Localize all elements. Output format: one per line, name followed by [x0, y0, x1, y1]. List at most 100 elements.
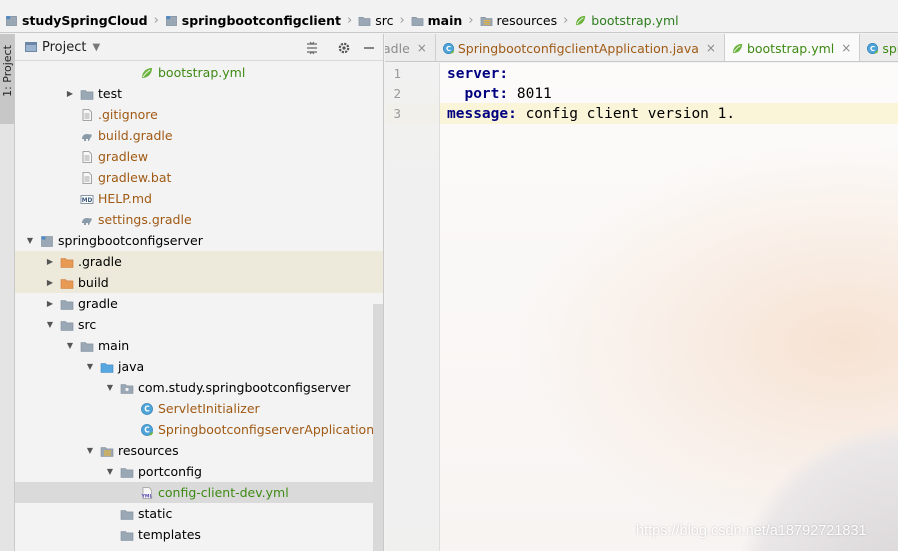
tree-item[interactable]: settings.gradle	[15, 209, 383, 230]
tree-item-label: settings.gradle	[98, 212, 192, 227]
breadcrumb-item[interactable]: springbootconfigclient ›	[162, 8, 355, 32]
editor-tab[interactable]: C SpringbootconfigclientApplication.java ×	[436, 34, 725, 61]
file-icon	[82, 150, 92, 163]
project-tool-label: 1: Project	[1, 45, 14, 97]
chevron-down-icon[interactable]: ▼	[43, 318, 57, 332]
chevron-down-icon[interactable]: ▼	[23, 234, 37, 248]
breadcrumb-item[interactable]: bootstrap.yml	[571, 8, 681, 32]
tree-item[interactable]: bootstrap.yml	[15, 62, 383, 83]
editor-tab[interactable]: adle ×	[385, 34, 436, 61]
chevron-right-icon[interactable]: ▶	[43, 255, 57, 269]
tree-item[interactable]: C ServletInitializer	[15, 398, 383, 419]
tree-item[interactable]: gradlew	[15, 146, 383, 167]
tree-item[interactable]: ▶ gradle	[15, 293, 383, 314]
chevron-right-icon: ›	[399, 12, 405, 28]
editor-tab[interactable]: Cspringb	[860, 34, 898, 61]
tree-item[interactable]: YML config-client-dev.yml	[15, 482, 383, 503]
editor-tab-label: springb	[882, 40, 898, 56]
tree-item[interactable]: ▶ build	[15, 272, 383, 293]
tree-item[interactable]: MD HELP.md	[15, 188, 383, 209]
gear-icon[interactable]	[337, 41, 351, 55]
chevron-down-icon[interactable]: ▼	[63, 339, 77, 353]
tree-item[interactable]: C SpringbootconfigserverApplication	[15, 419, 383, 440]
tree-item-label: bootstrap.yml	[158, 65, 246, 80]
collapse-icon[interactable]	[305, 41, 319, 55]
breadcrumb-item[interactable]: main ›	[408, 8, 477, 32]
breadcrumb-item[interactable]: studySpringCloud ›	[2, 8, 162, 32]
tree-item-label: SpringbootconfigserverApplication	[158, 422, 375, 437]
tree-item[interactable]: ▼ src	[15, 314, 383, 335]
yaml-value: 8011	[516, 86, 552, 102]
tree-item-label: com.study.springbootconfigserver	[138, 380, 351, 395]
code-editor[interactable]: 123 server: port: 8011 message: config cl…	[385, 63, 898, 551]
line-number: 1	[393, 66, 401, 81]
hide-icon[interactable]	[362, 41, 376, 55]
project-tool-button[interactable]: 1: Project	[0, 34, 14, 124]
tree-item[interactable]: .gitignore	[15, 104, 383, 125]
tree-item[interactable]: ▼ java	[15, 356, 383, 377]
close-icon[interactable]: ×	[417, 41, 427, 55]
project-tree: bootstrap.yml ▶ test .gitignore build.gradle…	[15, 62, 383, 545]
spring-class-icon: C	[442, 42, 454, 54]
folder-icon	[80, 341, 94, 352]
orange-folder-icon	[60, 257, 74, 268]
tree-item-label: templates	[138, 527, 201, 542]
svg-text:C: C	[446, 44, 451, 52]
tree-item-label: config-client-dev.yml	[158, 485, 289, 500]
yaml-value: config client version 1.	[525, 106, 736, 122]
blue-folder-icon	[100, 362, 114, 373]
folder-icon	[411, 16, 424, 26]
tree-item[interactable]: static	[15, 503, 383, 524]
chevron-right-icon: ›	[563, 12, 569, 28]
yml-icon: YML	[141, 486, 152, 499]
tree-item[interactable]: ▼ springbootconfigserver	[15, 230, 383, 251]
chevron-right-icon[interactable]: ▶	[43, 276, 57, 290]
tree-item[interactable]: ▼ com.study.springbootconfigserver	[15, 377, 383, 398]
tree-item-label: gradlew	[98, 149, 149, 164]
chevron-down-icon[interactable]: ▼	[103, 465, 117, 479]
orange-folder-icon	[60, 278, 74, 289]
code-line: port: 8011	[447, 84, 552, 104]
chevron-down-icon[interactable]: ▼	[92, 42, 100, 53]
tree-item[interactable]: ▶ .gradle	[15, 251, 383, 272]
chevron-down-icon[interactable]: ▼	[83, 360, 97, 374]
close-icon[interactable]: ×	[841, 41, 851, 55]
tree-item[interactable]: templates	[15, 524, 383, 545]
yaml-separator: :	[508, 106, 526, 122]
breadcrumb-item[interactable]: src ›	[355, 8, 407, 32]
tree-item-label: src	[78, 317, 97, 332]
editor-tab-label: adle	[385, 40, 410, 56]
svg-text:C: C	[870, 44, 875, 52]
chevron-down-icon[interactable]: ▼	[83, 444, 97, 458]
chevron-right-icon[interactable]: ▶	[43, 297, 57, 311]
module-icon	[41, 235, 53, 247]
tree-item[interactable]: gradlew.bat	[15, 167, 383, 188]
markdown-icon: MD	[80, 194, 94, 204]
tree-item[interactable]: build.gradle	[15, 125, 383, 146]
breadcrumb-label: main	[427, 12, 463, 28]
tree-item[interactable]: ▼ portconfig	[15, 461, 383, 482]
project-panel-title[interactable]: Project	[42, 40, 86, 55]
editor-tab[interactable]: bootstrap.yml ×	[724, 34, 861, 61]
tree-item-label: springbootconfigserver	[58, 233, 203, 248]
close-icon[interactable]: ×	[706, 41, 716, 55]
line-number: 2	[393, 86, 401, 101]
tree-item[interactable]: ▼ resources	[15, 440, 383, 461]
chevron-down-icon[interactable]: ▼	[103, 381, 117, 395]
tree-item[interactable]: ▶ test	[15, 83, 383, 104]
tree-item[interactable]: ▼ main	[15, 335, 383, 356]
chevron-right-icon[interactable]: ▶	[63, 87, 77, 101]
spring-class-icon: C	[867, 42, 879, 54]
tree-scrollbar[interactable]	[373, 304, 383, 551]
breadcrumb-item[interactable]: resources ›	[477, 8, 572, 32]
yaml-separator: :	[499, 86, 517, 102]
tree-item-label: build.gradle	[98, 128, 173, 143]
tree-item-label: java	[118, 359, 145, 374]
yaml-key: message	[447, 106, 509, 122]
chevron-right-icon: ›	[347, 12, 353, 28]
